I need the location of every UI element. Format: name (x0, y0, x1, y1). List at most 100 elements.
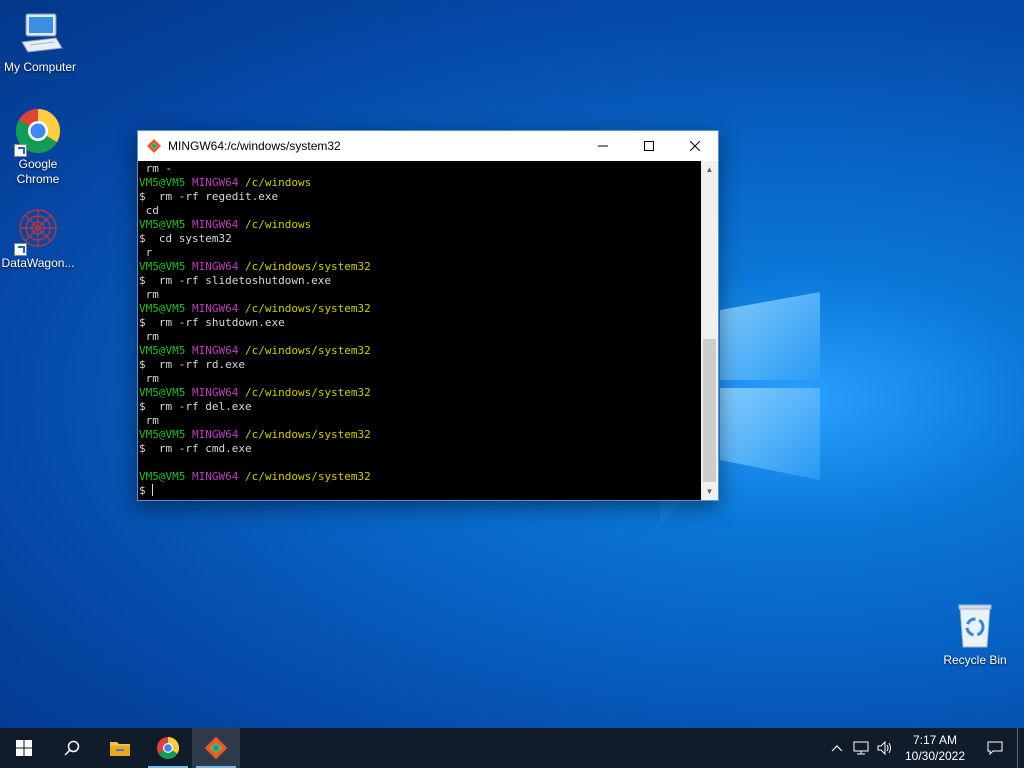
desktop-icon-label: Google Chrome (16, 157, 60, 186)
taskbar: 7:17 AM 10/30/2022 (0, 728, 1024, 768)
desktop-icon-datawagon[interactable]: DataWagon... (0, 206, 78, 271)
prompt-path: /c/windows/system32 (244, 428, 371, 441)
prompt-host: MINGW64 (191, 344, 239, 357)
desktop-icon-recycle-bin[interactable]: Recycle Bin (935, 603, 1015, 668)
output-text: rm (139, 288, 159, 301)
window-titlebar[interactable]: MINGW64:/c/windows/system32 (138, 131, 718, 161)
prompt-path: /c/windows/system32 (244, 344, 371, 357)
minimize-button[interactable] (580, 131, 626, 161)
maximize-button[interactable] (626, 131, 672, 161)
window-title: MINGW64:/c/windows/system32 (168, 139, 341, 153)
git-bash-taskbar-button[interactable] (192, 728, 240, 768)
text-cursor[interactable] (152, 484, 154, 496)
terminal-line: $ cd system32 (139, 232, 701, 246)
desktop-icon-my-computer[interactable]: My Computer (0, 10, 80, 75)
system-tray: 7:17 AM 10/30/2022 (825, 728, 1024, 768)
terminal-line: rm (139, 372, 701, 386)
terminal-line: rm (139, 330, 701, 344)
computer-icon (16, 10, 64, 58)
prompt-user: VM5@VM5 (139, 176, 186, 189)
desktop-icon-label: DataWagon... (1, 256, 75, 270)
volume-icon[interactable] (873, 728, 897, 768)
output-text: r (139, 246, 153, 259)
show-hidden-icons-button[interactable] (825, 728, 849, 768)
scrollbar-thumb[interactable] (703, 339, 716, 482)
terminal-line: rm (139, 288, 701, 302)
windows-icon (16, 740, 32, 756)
terminal-prompt-line: VM5@VM5 MINGW64 /c/windows/system32 (139, 260, 701, 274)
close-button[interactable] (672, 131, 718, 161)
output-text: rm (139, 372, 159, 385)
command-text: $ rm -rf rd.exe (139, 358, 245, 371)
terminal-line: rm - (139, 162, 701, 176)
clock-date: 10/30/2022 (904, 749, 966, 763)
terminal-line: $ rm -rf rd.exe (139, 358, 701, 372)
terminal-prompt-line: VM5@VM5 MINGW64 /c/windows (139, 218, 701, 232)
taskbar-clock[interactable]: 7:17 AM 10/30/2022 (897, 732, 973, 764)
terminal-prompt-line: VM5@VM5 MINGW64 /c/windows/system32 (139, 344, 701, 358)
search-button[interactable] (48, 728, 96, 768)
chevron-up-icon (831, 745, 843, 752)
input-prompt: $ (139, 484, 153, 497)
shortcut-arrow-icon (14, 243, 27, 256)
terminal-output[interactable]: rm - VM5@VM5 MINGW64 /c/windows $ rm -rf r… (138, 161, 701, 500)
desktop-icon-label: My Computer (3, 60, 77, 74)
prompt-user: VM5@VM5 (139, 428, 186, 441)
show-desktop-button[interactable] (1017, 728, 1024, 768)
terminal-line: $ rm -rf slidetoshutdown.exe (139, 274, 701, 288)
folder-icon (110, 742, 130, 756)
terminal-prompt-line: VM5@VM5 MINGW64 /c/windows/system32 (139, 386, 701, 400)
git-bash-window[interactable]: MINGW64:/c/windows/system32 rm - VM5@VM5 … (137, 130, 719, 501)
search-icon (64, 740, 80, 756)
network-icon[interactable] (849, 728, 873, 768)
command-text: $ rm -rf shutdown.exe (139, 316, 285, 329)
chrome-icon (14, 107, 62, 157)
prompt-host: MINGW64 (191, 176, 239, 189)
terminal-prompt-line: VM5@VM5 MINGW64 /c/windows (139, 176, 701, 190)
terminal-line (139, 456, 701, 470)
prompt-host: MINGW64 (191, 386, 239, 399)
prompt-user: VM5@VM5 (139, 260, 186, 273)
command-text: $ rm -rf slidetoshutdown.exe (139, 274, 332, 287)
scroll-up-arrow-icon[interactable]: ▲ (701, 161, 718, 178)
prompt-path: /c/windows/system32 (244, 470, 371, 483)
prompt-user: VM5@VM5 (139, 302, 186, 315)
desktop-icon-google-chrome[interactable]: Google Chrome (0, 107, 78, 187)
vertical-scrollbar[interactable]: ▲ ▼ (701, 161, 718, 500)
terminal-line: $ rm -rf cmd.exe (139, 442, 701, 456)
prompt-path: /c/windows (244, 218, 312, 231)
terminal-line: $ (139, 484, 701, 498)
output-text: rm (139, 330, 159, 343)
terminal-prompt-line: VM5@VM5 MINGW64 /c/windows/system32 (139, 302, 701, 316)
prompt-user: VM5@VM5 (139, 218, 186, 231)
terminal-line: r (139, 246, 701, 260)
start-button[interactable] (0, 728, 48, 768)
terminal-prompt-line: VM5@VM5 MINGW64 /c/windows/system32 (139, 470, 701, 484)
prompt-path: /c/windows/system32 (244, 386, 371, 399)
chrome-taskbar-button[interactable] (144, 728, 192, 768)
file-explorer-button[interactable] (96, 728, 144, 768)
output-text: rm - (139, 162, 173, 175)
prompt-user: VM5@VM5 (139, 386, 186, 399)
terminal-prompt-line: VM5@VM5 MINGW64 /c/windows/system32 (139, 428, 701, 442)
terminal-line: $ rm -rf shutdown.exe (139, 316, 701, 330)
prompt-host: MINGW64 (191, 218, 239, 231)
datawagon-icon (14, 206, 62, 256)
terminal-line: cd (139, 204, 701, 218)
shortcut-arrow-icon (14, 144, 27, 157)
notification-icon (987, 741, 1003, 755)
scroll-down-arrow-icon[interactable]: ▼ (701, 483, 718, 500)
prompt-host: MINGW64 (191, 302, 239, 315)
action-center-button[interactable] (973, 728, 1017, 768)
terminal-line: rm (139, 414, 701, 428)
clock-time: 7:17 AM (912, 733, 958, 747)
terminal-line: $ rm -rf regedit.exe (139, 190, 701, 204)
command-text: $ cd system32 (139, 232, 232, 245)
command-text: $ rm -rf regedit.exe (139, 190, 279, 203)
desktop-icon-label: Recycle Bin (943, 653, 1007, 667)
prompt-user: VM5@VM5 (139, 470, 186, 483)
recycle-bin-icon (951, 603, 999, 651)
command-text: $ rm -rf cmd.exe (139, 442, 252, 455)
prompt-host: MINGW64 (191, 260, 239, 273)
